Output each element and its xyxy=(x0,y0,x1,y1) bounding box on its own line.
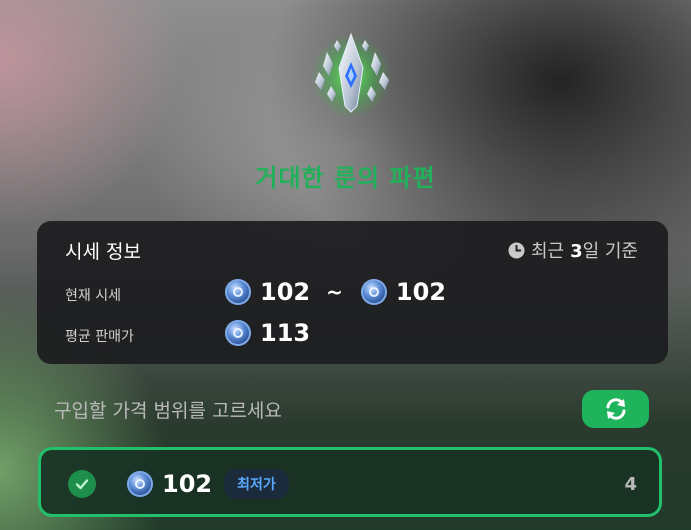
refresh-icon xyxy=(606,398,625,420)
average-price-value: 113 xyxy=(260,319,311,347)
average-price-label: 평균 판매가 xyxy=(65,329,134,345)
price-range-prompt: 구입할 가격 범위를 고르세요 xyxy=(54,400,282,422)
price-option-row[interactable]: 102 최저가 4 xyxy=(38,447,662,517)
option-quantity: 4 xyxy=(624,474,637,495)
current-price-label: 현재 시세 xyxy=(65,288,121,304)
rune-shard-item-icon xyxy=(305,28,397,120)
lowest-price-badge: 최저가 xyxy=(224,469,289,499)
current-price-range: 102 ~ 102 xyxy=(225,278,446,306)
clock-icon xyxy=(508,241,525,259)
coin-icon xyxy=(225,320,251,346)
coin-icon xyxy=(360,279,387,305)
period-value: 3 xyxy=(570,241,583,262)
option-price-value: 102 xyxy=(162,470,213,498)
range-separator: ~ xyxy=(326,280,343,304)
period-prefix: 최근 xyxy=(530,241,565,262)
current-min-price: 102 xyxy=(260,278,311,306)
option-price: 102 최저가 xyxy=(127,469,289,499)
current-max-price: 102 xyxy=(395,278,446,306)
period-indicator: 최근 3일 기준 xyxy=(508,237,638,263)
coin-icon xyxy=(127,471,153,497)
item-name: 거대한 룬의 파편 xyxy=(255,164,436,192)
check-icon xyxy=(68,470,96,498)
period-suffix: 일 기준 xyxy=(582,241,638,262)
coin-icon xyxy=(225,279,251,305)
market-info-title: 시세 정보 xyxy=(65,241,141,263)
average-price: 113 xyxy=(225,319,310,347)
refresh-button[interactable] xyxy=(582,390,649,428)
market-info-card: 시세 정보 최근 3일 기준 현재 시세 102 ~ 102 평균 판매가 11… xyxy=(37,221,668,364)
